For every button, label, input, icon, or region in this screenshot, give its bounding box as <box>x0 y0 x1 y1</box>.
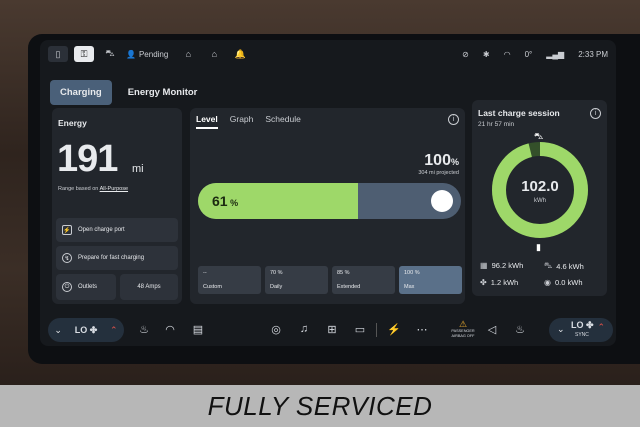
car-icon[interactable]: ⛍ <box>100 46 120 62</box>
range-value: 191 <box>57 138 118 180</box>
target-percentage: 100% <box>424 152 459 169</box>
session-kwh: 102.0 <box>521 178 559 195</box>
fan-icon: ✤ <box>480 278 487 287</box>
misc-icon: ◉ <box>544 278 551 287</box>
tab-energy-monitor[interactable]: Energy Monitor <box>118 80 208 105</box>
range-basis: Range based on All-Purpose <box>58 186 129 192</box>
profile-pending[interactable]: 👤 Pending <box>126 50 168 59</box>
range-unit: mi <box>132 163 144 175</box>
prepare-fast-charging-button[interactable]: ↯ Prepare for fast charging <box>56 246 178 270</box>
passenger-climate-control: ⌄ LO ✤ SYNC ⌃ <box>549 318 613 342</box>
charge-port-icon[interactable]: ⚿ <box>74 46 94 62</box>
energy-card: Energy 191 mi Range based on All-Purpose… <box>52 108 182 304</box>
passenger-temp-up-button[interactable]: ⌃ <box>597 322 605 333</box>
preset-max[interactable]: 100 % Max <box>399 266 462 294</box>
music-icon[interactable]: ♫ <box>296 323 312 335</box>
bluetooth-icon[interactable]: ✱ <box>483 50 490 59</box>
slider-handle[interactable] <box>431 190 453 212</box>
charging-app-icon[interactable]: ⚡ <box>386 323 402 336</box>
navigation-icon[interactable]: ◎ <box>268 323 284 336</box>
passenger-airbag-indicator: ⚠ PASSENGER AIRBAG OFF <box>448 319 478 339</box>
apps-grid-icon[interactable]: ⊞ <box>324 323 340 336</box>
stat-vehicle: ⛍ 4.6 kWh <box>544 261 584 271</box>
range-mode-link[interactable]: All-Purpose <box>100 186 128 192</box>
drive-icon: ▦ <box>480 261 488 270</box>
car-icon: ⛍ <box>534 131 544 141</box>
more-icon[interactable]: ⋯ <box>414 323 430 336</box>
session-kwh-unit: kWh <box>534 198 546 204</box>
airbag-icon: ⚠ <box>458 319 468 329</box>
rear-defrost-icon[interactable]: ▤ <box>190 323 206 336</box>
current-percentage: 61 % <box>212 193 239 209</box>
preset-daily[interactable]: 70 % Daily <box>265 266 328 294</box>
session-title: Last charge session <box>478 108 560 118</box>
passenger-seat-icon[interactable]: ♨ <box>512 323 528 336</box>
bottom-dock: ⌄ LO ✤ ⌃ ♨ ◠ ▤ ◎ ♫ ⊞ ▭ ⚡ ⋯ ⚠ PASSENGER A… <box>40 314 616 346</box>
clock: 2:33 PM <box>578 49 608 59</box>
stat-drive: ▦ 96.2 kWh <box>480 261 524 270</box>
front-defrost-icon[interactable]: ◠ <box>162 323 178 336</box>
status-bar: ▯ ⚿ ⛍ 👤 Pending ⌂ ⌂ 🔔 ⊘ ✱ ◠ 0° ▂▄▆ 2:33 … <box>40 40 616 68</box>
preset-custom[interactable]: -- Custom <box>198 266 261 294</box>
bell-icon[interactable]: 🔔 <box>230 46 250 62</box>
dock-divider <box>376 323 377 337</box>
last-session-card: Last charge session 21 hr 57 min i ⛍ ▮ 1… <box>472 100 607 296</box>
charge-level-card: Level Graph Schedule i 100% 304 mi proje… <box>190 108 465 304</box>
tab-charging[interactable]: Charging <box>50 80 112 105</box>
charge-limit-slider[interactable]: 61 % <box>198 183 461 219</box>
stat-other: ◉ 0.0 kWh <box>544 278 583 287</box>
amps-button[interactable]: 48 Amps <box>120 274 178 300</box>
fast-charge-icon: ↯ <box>62 253 72 263</box>
stat-climate: ✤ 1.2 kWh <box>480 278 519 287</box>
caption-banner: FULLY SERVICED <box>0 385 640 427</box>
driver-temp: LO ✤ <box>74 324 98 335</box>
energy-label: Energy <box>58 118 87 128</box>
person-icon: 👤 <box>126 49 136 59</box>
info-icon[interactable]: i <box>448 114 459 125</box>
passenger-temp-down-button[interactable]: ⌄ <box>557 324 565 335</box>
battery-icon[interactable]: ▯ <box>48 46 68 62</box>
preset-extended[interactable]: 85 % Extended <box>332 266 395 294</box>
driver-climate-control: ⌄ LO ✤ ⌃ <box>48 318 124 342</box>
passenger-temp: LO ✤ <box>571 320 594 330</box>
charge-port-icon: ⚡ <box>62 225 72 235</box>
mic-off-icon[interactable]: ⊘ <box>462 50 469 59</box>
preset-list: -- Custom 70 % Daily 85 % Extended 100 %… <box>198 266 462 294</box>
subtab-graph[interactable]: Graph <box>230 114 254 129</box>
outlets-button[interactable]: ⏻ Outlets <box>56 274 116 300</box>
camera-icon[interactable]: ▭ <box>352 323 368 336</box>
session-duration: 21 hr 57 min <box>478 121 515 128</box>
subtab-schedule[interactable]: Schedule <box>265 114 300 129</box>
pending-label: Pending <box>138 49 169 59</box>
signal-icon: ▂▄▆ <box>546 49 565 59</box>
infotainment-screen: ▯ ⚿ ⛍ 👤 Pending ⌂ ⌂ 🔔 ⊘ ✱ ◠ 0° ▂▄▆ 2:33 … <box>40 40 616 346</box>
temperature: 0° <box>524 49 533 59</box>
session-info-icon[interactable]: i <box>590 108 601 119</box>
outlet-icon: ⏻ <box>62 282 72 292</box>
open-charge-port-button[interactable]: ⚡ Open charge port <box>56 218 178 242</box>
banner-text: FULLY SERVICED <box>207 390 433 421</box>
main-tabs: Charging Energy Monitor <box>50 80 207 105</box>
car-icon: ⛍ <box>544 261 553 270</box>
home-icon[interactable]: ⌂ <box>204 46 224 62</box>
temp-down-button[interactable]: ⌄ <box>54 325 62 336</box>
temp-up-button[interactable]: ⌃ <box>110 325 118 336</box>
garage-icon[interactable]: ⌂ <box>178 46 198 62</box>
sync-label[interactable]: SYNC <box>575 332 589 338</box>
wifi-icon[interactable]: ◠ <box>504 50 511 59</box>
volume-icon[interactable]: ◁ <box>484 323 500 336</box>
level-subtabs: Level Graph Schedule <box>196 114 301 129</box>
projected-range: 304 mi projected <box>418 170 459 176</box>
seat-heat-icon[interactable]: ♨ <box>136 323 152 336</box>
battery-icon: ▮ <box>536 242 541 252</box>
subtab-level[interactable]: Level <box>196 114 218 129</box>
